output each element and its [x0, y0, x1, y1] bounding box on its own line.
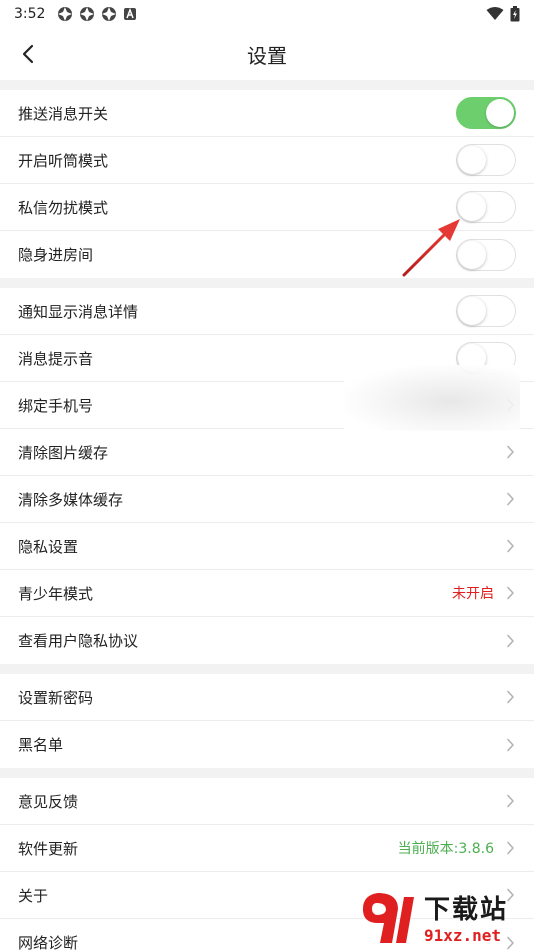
settings-row-label: 黑名单 [18, 736, 64, 754]
toggle-switch[interactable] [456, 144, 516, 176]
settings-row[interactable]: 清除图片缓存 [0, 429, 534, 476]
settings-row[interactable]: 推送消息开关 [0, 90, 534, 137]
settings-row-label: 私信勿扰模式 [18, 198, 109, 217]
chevron-right-icon [504, 738, 516, 752]
settings-row-label: 设置新密码 [18, 688, 94, 707]
settings-row[interactable]: 软件更新 当前版本:3.8.6 [0, 825, 534, 872]
settings-group: 通知显示消息详情 消息提示音 绑定手机号 清除图片缓存 清除多媒体缓存 隐私设置 青少年模式… [0, 288, 534, 664]
back-arrow-icon [22, 44, 34, 64]
settings-row-label: 查看用户隐私协议 [18, 632, 139, 650]
settings-row-label: 隐身进房间 [18, 246, 94, 264]
settings-row-label: 清除多媒体缓存 [18, 490, 124, 509]
settings-row-value: 当前版本:3.8.6 [397, 841, 494, 857]
red-arrow-annotation [402, 219, 460, 277]
settings-row-label: 清除图片缓存 [18, 443, 109, 462]
settings-row[interactable]: 设置新密码 [0, 674, 534, 721]
watermark-logo [358, 887, 420, 947]
toggle-switch[interactable] [456, 97, 516, 129]
notification-icons [57, 6, 137, 22]
settings-row-label: 通知显示消息详情 [18, 302, 139, 321]
group-divider [0, 664, 534, 674]
battery-charging-icon [510, 6, 520, 22]
settings-row[interactable]: 黑名单 [0, 721, 534, 768]
chevron-right-icon [504, 634, 516, 648]
settings-row-value: 未开启 [452, 586, 494, 602]
chevron-right-icon [504, 690, 516, 704]
back-button[interactable] [14, 40, 42, 68]
settings-row-label: 开启听筒模式 [18, 151, 109, 170]
status-time: 3:52 [14, 6, 46, 22]
chevron-right-icon [504, 586, 516, 600]
page-title: 设置 [247, 43, 287, 68]
settings-row[interactable]: 查看用户隐私协议 [0, 617, 534, 664]
watermark-site: 91xz.net [424, 926, 502, 945]
watermark-brand: 下载站 [424, 895, 509, 925]
app-notification-icon [58, 7, 73, 21]
wifi-icon [486, 7, 504, 20]
settings-row[interactable]: 意见反馈 [0, 778, 534, 825]
site-watermark: 下载站 91xz.net [358, 886, 528, 948]
app-notification-icon [80, 7, 95, 21]
system-icons [486, 6, 520, 22]
chevron-right-icon [504, 794, 516, 808]
settings-group: 设置新密码 黑名单 [0, 674, 534, 768]
title-bar: 设置 [0, 28, 534, 80]
toggle-knob [486, 99, 514, 127]
app-notification-icon [102, 7, 117, 21]
settings-row-label: 推送消息开关 [18, 104, 109, 123]
toggle-knob [458, 297, 486, 325]
chevron-right-icon [504, 539, 516, 553]
group-divider [0, 768, 534, 778]
settings-row[interactable]: 清除多媒体缓存 [0, 476, 534, 523]
chevron-right-icon [504, 445, 516, 459]
watermark-text: 下载站 91xz.net [424, 889, 508, 945]
settings-list: 推送消息开关 开启听筒模式 私信勿扰模式 隐身进房间 通知显示消息详情 消息提示音 绑定手机… [0, 80, 534, 950]
blurred-overlay [344, 365, 520, 431]
chevron-right-icon [504, 492, 516, 506]
settings-row-label: 隐私设置 [18, 537, 79, 556]
status-bar: 3:52 [0, 0, 534, 28]
settings-row[interactable]: 隐私设置 [0, 523, 534, 570]
settings-row[interactable]: 通知显示消息详情 [0, 288, 534, 335]
toggle-knob [458, 146, 486, 174]
settings-row-label: 意见反馈 [18, 792, 79, 811]
settings-row-label: 青少年模式 [18, 584, 94, 603]
settings-row-label: 软件更新 [18, 839, 79, 858]
settings-row[interactable]: 开启听筒模式 [0, 137, 534, 184]
group-divider [0, 80, 534, 90]
settings-row[interactable]: 青少年模式 未开启 [0, 570, 534, 617]
chevron-right-icon [504, 841, 516, 855]
toggle-switch[interactable] [456, 295, 516, 327]
a-letter-icon [124, 7, 137, 20]
